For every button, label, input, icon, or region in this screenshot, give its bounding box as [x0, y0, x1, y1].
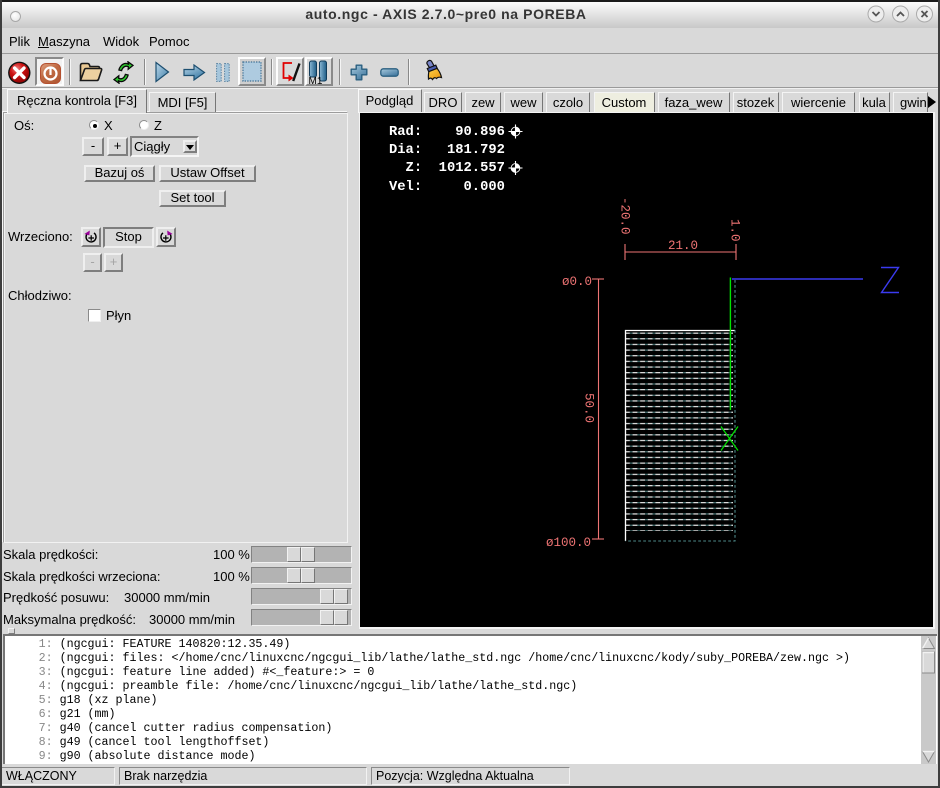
svg-text:1.0: 1.0 — [728, 219, 742, 242]
svg-text:-20.0: -20.0 — [617, 197, 631, 235]
svg-text:21.0: 21.0 — [668, 239, 698, 253]
svg-text:M1: M1 — [309, 76, 323, 85]
svg-text:50.0: 50.0 — [581, 393, 595, 423]
svg-text:ø0.0: ø0.0 — [562, 275, 592, 289]
svg-text:ø100.0: ø100.0 — [546, 536, 591, 550]
